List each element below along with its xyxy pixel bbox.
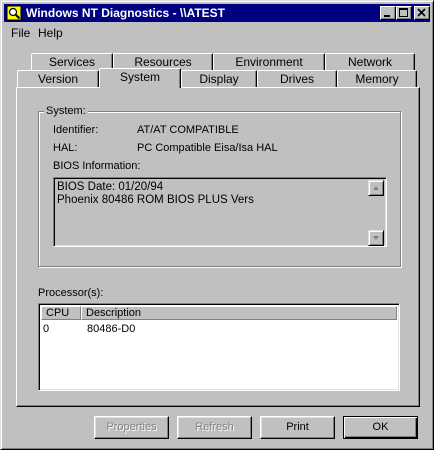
title-bar[interactable]: Windows NT Diagnostics - \\ATEST bbox=[4, 4, 430, 22]
diagnostics-app-icon bbox=[6, 5, 22, 21]
identifier-label: Identifier: bbox=[53, 124, 99, 136]
arrow-up-icon bbox=[373, 186, 379, 190]
identifier-value: AT/AT COMPATIBLE bbox=[137, 124, 239, 136]
column-header-cpu[interactable]: CPU bbox=[41, 306, 81, 320]
menu-help[interactable]: Help bbox=[38, 26, 63, 40]
minimize-button[interactable] bbox=[380, 6, 396, 20]
bios-line: BIOS Date: 01/20/94 bbox=[57, 181, 164, 193]
menu-file[interactable]: File bbox=[11, 26, 30, 40]
close-icon bbox=[417, 8, 426, 17]
tab-environment[interactable]: Environment bbox=[213, 53, 325, 71]
diagnostics-window: Windows NT Diagnostics - \\ATEST File He… bbox=[0, 0, 434, 450]
refresh-button[interactable]: Refresh bbox=[177, 416, 252, 439]
hal-label: HAL: bbox=[53, 142, 78, 154]
tab-version[interactable]: Version bbox=[17, 70, 99, 88]
properties-button[interactable]: Properties bbox=[94, 416, 169, 439]
maximize-button[interactable] bbox=[396, 6, 412, 20]
scroll-up-button[interactable] bbox=[368, 180, 384, 196]
tab-drives[interactable]: Drives bbox=[257, 70, 337, 88]
menu-bar: File Help bbox=[4, 23, 430, 41]
ok-button[interactable]: OK bbox=[343, 416, 418, 439]
hal-value: PC Compatible Eisa/Isa HAL bbox=[137, 142, 278, 154]
close-button[interactable] bbox=[414, 6, 430, 20]
bios-info-box[interactable]: BIOS Date: 01/20/94 Phoenix 80486 ROM BI… bbox=[53, 177, 387, 247]
tab-network[interactable]: Network bbox=[325, 53, 415, 71]
tab-system[interactable]: System bbox=[99, 68, 181, 88]
maximize-icon bbox=[399, 8, 408, 17]
bios-line: Phoenix 80486 ROM BIOS PLUS Vers bbox=[57, 194, 254, 206]
column-header-description[interactable]: Description bbox=[81, 306, 397, 320]
print-button[interactable]: Print bbox=[260, 416, 335, 439]
cpu-cell: 0 bbox=[43, 323, 50, 335]
minimize-icon bbox=[384, 15, 390, 17]
processors-label: Processor(s): bbox=[38, 287, 104, 299]
window-title: Windows NT Diagnostics - \\ATEST bbox=[26, 6, 226, 20]
processors-list[interactable]: CPU Description 0 80486-D0 bbox=[38, 303, 400, 391]
system-group-label: System: bbox=[44, 105, 88, 117]
table-row[interactable]: 0 80486-D0 bbox=[41, 322, 397, 336]
arrow-down-icon bbox=[373, 236, 379, 240]
tab-display[interactable]: Display bbox=[181, 70, 257, 88]
scroll-down-button[interactable] bbox=[368, 230, 384, 246]
bios-info-label: BIOS Information: bbox=[53, 160, 141, 172]
tab-memory[interactable]: Memory bbox=[337, 70, 417, 88]
description-cell: 80486-D0 bbox=[87, 323, 136, 335]
